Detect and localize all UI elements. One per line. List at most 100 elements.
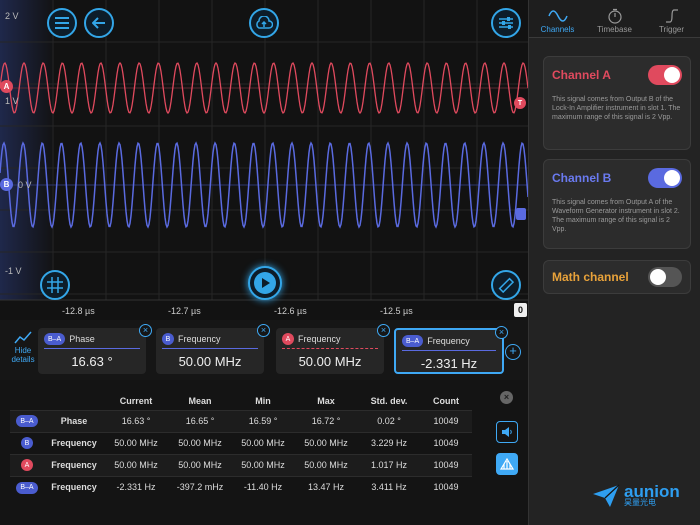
cell-max: 50.00 MHz: [294, 454, 358, 476]
cell-mean: -397.2 mHz: [176, 482, 224, 493]
column-header: [44, 392, 104, 410]
menu-button[interactable]: [47, 8, 77, 38]
cell-count: 10049: [433, 482, 459, 493]
column-header-mean: Mean: [188, 395, 212, 406]
cell-count: 10049: [420, 410, 472, 432]
menu-icon: [55, 17, 69, 29]
tab-channels[interactable]: Channels: [529, 0, 586, 37]
hide-details-label: Hide details: [11, 346, 35, 364]
spectrum-button[interactable]: [496, 453, 518, 475]
math-channel-title: Math channel: [552, 270, 629, 284]
measurement-value: -2.331 Hz: [420, 356, 478, 371]
time-tick: -12.5 µs: [380, 306, 413, 316]
column-header: [10, 392, 44, 410]
cell-current: 16.63 °: [104, 410, 168, 432]
close-icon[interactable]: ×: [495, 326, 508, 339]
grid-button[interactable]: [40, 270, 70, 300]
channel-b-toggle[interactable]: [648, 168, 682, 188]
back-arrow-icon: [92, 17, 105, 29]
measurement-value: 50.00 MHz: [298, 354, 362, 369]
table-row: B Frequency 50.00 MHz 50.00 MHz 50.00 MH…: [10, 432, 472, 454]
time-tick: -12.6 µs: [274, 306, 307, 316]
trigger-marker[interactable]: T: [514, 97, 526, 109]
measurement-name: Frequency: [178, 334, 221, 344]
channel-a-marker[interactable]: A: [0, 80, 13, 93]
channel-b-card: Channel B This signal comes from Output …: [543, 159, 691, 249]
chip-b-minus-a: B–A: [402, 335, 424, 347]
math-channel-toggle[interactable]: [648, 267, 682, 287]
measurement-value: 16.63 °: [71, 354, 113, 369]
cloud-upload-button[interactable]: [249, 8, 279, 38]
close-stats-icon[interactable]: ×: [500, 391, 513, 404]
channel-b-offset-marker[interactable]: [516, 208, 526, 220]
measurement-value: 50.00 MHz: [178, 354, 242, 369]
chip-b-minus-a: B–A: [16, 481, 38, 494]
cell-std: 0.02 °: [358, 410, 420, 432]
close-icon[interactable]: ×: [257, 324, 270, 337]
cell-max: 50.00 MHz: [304, 438, 348, 448]
cell-min: 16.59 °: [232, 410, 294, 432]
close-icon[interactable]: ×: [377, 324, 390, 337]
cell-mean: 50.00 MHz: [178, 438, 222, 448]
cell-current: 50.00 MHz: [104, 454, 168, 476]
measurement-name: Frequency: [298, 334, 341, 344]
ruler-button[interactable]: [491, 270, 521, 300]
back-button[interactable]: [84, 8, 114, 38]
add-measurement-button[interactable]: +: [505, 344, 521, 360]
cell-min: 50.00 MHz: [241, 438, 285, 448]
measurement-name: Frequency: [427, 336, 470, 346]
measurement-card-freq-diff[interactable]: B–A Frequency -2.331 Hz ×: [394, 326, 508, 374]
settings-button[interactable]: [491, 8, 521, 38]
column-header-max: Max: [317, 395, 335, 406]
cell-mean: 50.00 MHz: [168, 454, 232, 476]
channel-a-description: This signal comes from Output B of the L…: [552, 96, 681, 121]
cell-min: 50.00 MHz: [232, 454, 294, 476]
voltage-label-ch-a: 1 V: [5, 96, 19, 106]
measurement-card-phase[interactable]: B–A Phase 16.63 ° ×: [38, 324, 152, 374]
settings-panel: Channels Timebase Trigger Channel A This…: [528, 0, 700, 525]
column-header-current: Current: [119, 395, 153, 406]
row-label: Frequency: [51, 438, 97, 448]
statistics-table: Current Mean Min Max Std. dev. Count B–A…: [10, 392, 472, 498]
panel-tabs: Channels Timebase Trigger: [529, 0, 700, 38]
series-underline: [402, 350, 496, 351]
chip-b-minus-a: B–A: [44, 333, 66, 345]
chip-a: A: [282, 333, 294, 345]
statistics-panel: Current Mean Min Max Std. dev. Count B–A…: [0, 380, 528, 525]
hide-details-button[interactable]: Hide details: [6, 330, 40, 364]
play-icon: [254, 272, 276, 294]
close-icon[interactable]: ×: [139, 324, 152, 337]
chip-b-minus-a: B–A: [16, 415, 38, 428]
channel-b-description: This signal comes from Output A of the W…: [552, 199, 680, 233]
time-zero-badge[interactable]: 0: [514, 303, 527, 317]
cell-std: 3.229 Hz: [370, 438, 408, 448]
series-underline: [282, 348, 378, 349]
table-row: B–A Frequency -2.331 Hz -397.2 mHz -11.4…: [10, 476, 472, 498]
cell-max: 13.47 Hz: [307, 482, 345, 493]
voltage-label-ch-b: 0 V: [18, 180, 32, 190]
grid-icon: [47, 277, 63, 293]
chip-a: A: [21, 459, 33, 472]
math-channel-card: Math channel: [543, 260, 691, 294]
column-header-std: Std. dev.: [370, 395, 408, 406]
cell-count: 10049: [433, 438, 459, 448]
cloud-upload-icon: [256, 16, 273, 29]
spectrum-icon: [500, 458, 514, 470]
play-button[interactable]: [248, 266, 282, 300]
channel-b-marker[interactable]: B: [0, 178, 13, 191]
table-row: A Frequency 50.00 MHz 50.00 MHz 50.00 MH…: [10, 454, 472, 476]
trend-icon: [14, 331, 32, 344]
cell-std: 3.411 Hz: [371, 482, 407, 493]
tab-timebase[interactable]: Timebase: [586, 0, 643, 37]
sound-button[interactable]: [496, 421, 518, 443]
column-header-min: Min: [255, 395, 271, 406]
channel-a-toggle[interactable]: [648, 65, 682, 85]
cell-current: -2.331 Hz: [116, 482, 156, 493]
oscilloscope-display[interactable]: 2 V 1 V 0 V -1 V A B T -12.8 µs -12.7 µs: [0, 0, 528, 320]
chip-b: B: [21, 437, 33, 450]
measurement-card-freq-a[interactable]: A Frequency 50.00 MHz ×: [276, 324, 390, 374]
measurement-card-freq-b[interactable]: B Frequency 50.00 MHz ×: [156, 324, 270, 374]
tab-trigger[interactable]: Trigger: [643, 0, 700, 37]
tab-label: Channels: [540, 25, 575, 34]
app-root: 2 V 1 V 0 V -1 V A B T -12.8 µs -12.7 µs: [0, 0, 700, 525]
